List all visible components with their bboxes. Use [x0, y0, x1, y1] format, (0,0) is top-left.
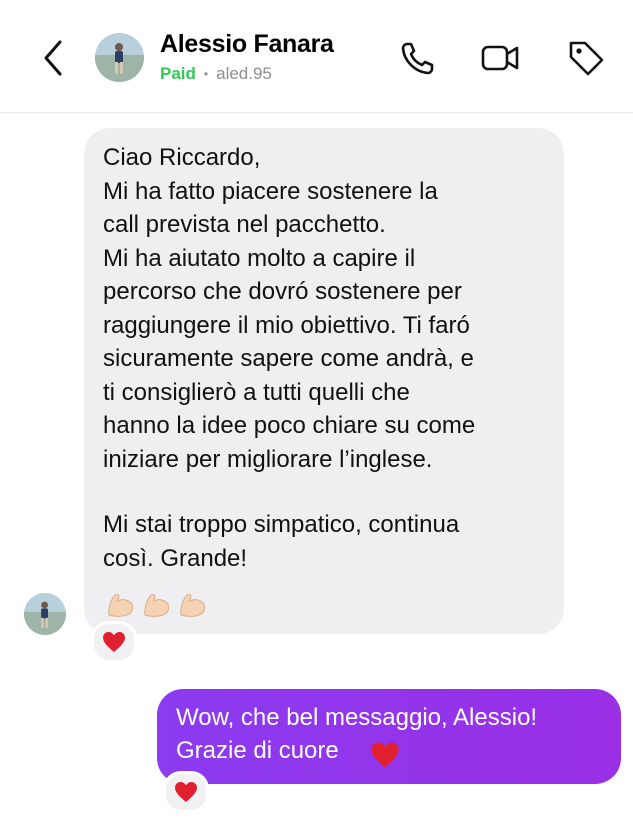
outgoing-message-bubble[interactable]: Wow, che bel messaggio, Alessio! Grazie …: [157, 689, 621, 784]
video-call-button[interactable]: [480, 38, 520, 78]
video-camera-icon: [481, 45, 519, 71]
red-heart-icon: [175, 782, 197, 802]
paid-badge: Paid: [160, 64, 196, 83]
contact-avatar[interactable]: [95, 33, 144, 82]
flexed-biceps-icon: [108, 594, 133, 617]
sender-avatar[interactable]: [24, 593, 66, 635]
incoming-message-text-2: Mi stai troppo simpatico, continua così.…: [103, 511, 460, 572]
phone-icon: [401, 42, 434, 75]
back-button[interactable]: [36, 36, 72, 80]
red-heart-icon: [371, 742, 399, 768]
message-reaction[interactable]: [91, 621, 137, 663]
call-button[interactable]: [398, 38, 438, 78]
contact-name[interactable]: Alessio Fanara: [160, 30, 334, 59]
flexed-biceps-icon: [180, 594, 205, 617]
separator-dot: •: [203, 67, 209, 81]
incoming-message-text: Ciao Riccardo, Mi ha fatto piacere soste…: [103, 144, 476, 473]
chevron-left-icon: [44, 40, 62, 76]
contact-subtitle: Paid • aled.95: [160, 64, 272, 84]
label-button[interactable]: [566, 38, 606, 78]
tag-icon: [569, 41, 604, 76]
message-reaction[interactable]: [163, 771, 209, 813]
outgoing-message-text: Wow, che bel messaggio, Alessio! Grazie …: [176, 704, 538, 764]
emoji-row: [105, 588, 209, 620]
incoming-message-bubble[interactable]: Ciao Riccardo, Mi ha fatto piacere soste…: [84, 128, 564, 634]
flexed-biceps-icon: [144, 594, 169, 617]
red-heart-icon: [103, 632, 125, 652]
chat-header: Alessio Fanara Paid • aled.95: [0, 0, 633, 113]
username: aled.95: [216, 64, 272, 83]
